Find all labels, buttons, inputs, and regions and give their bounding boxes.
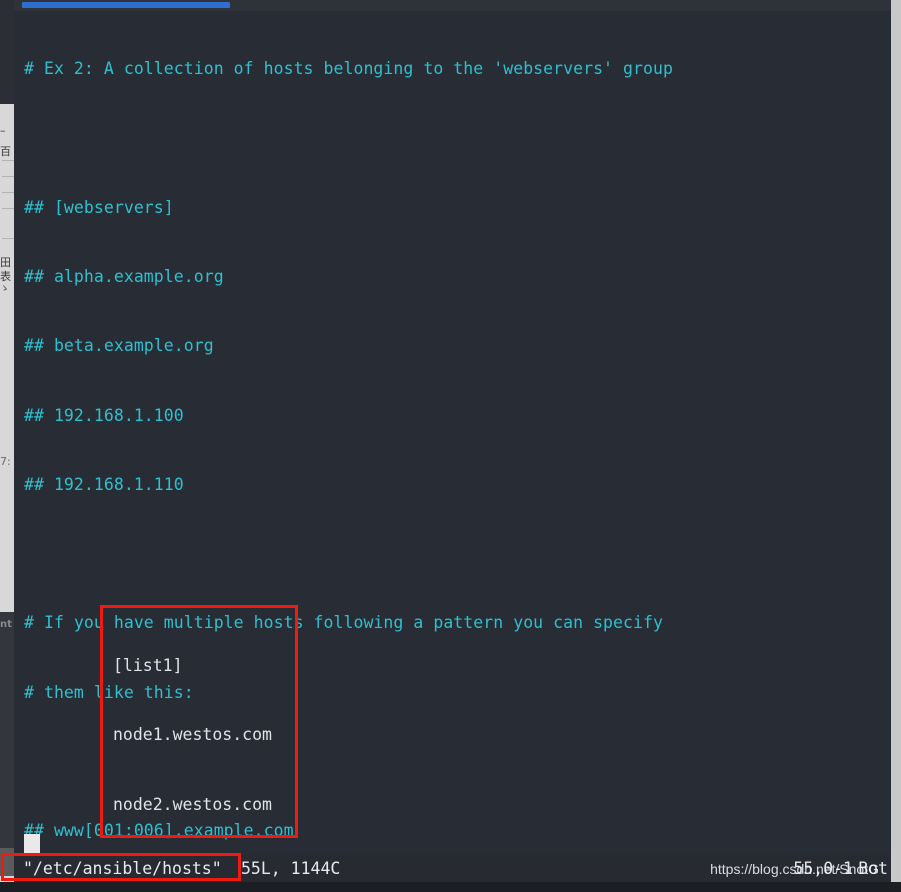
status-ruler: 55,0-1: [793, 859, 853, 878]
code-line: ## beta.example.org: [24, 336, 214, 356]
code-line: ## 192.168.1.110: [24, 474, 184, 494]
desktop-bottom-strip: [0, 882, 901, 892]
inventory-block[interactable]: [list1] node1.westos.com node2.westos.co…: [113, 608, 272, 892]
vim-terminal-window[interactable]: # Ex 2: A collection of hosts belonging …: [14, 0, 891, 883]
vim-status-bar: "/etc/ansible/hosts" 55L, 1144C 55,0-1 B…: [14, 855, 891, 882]
terminal-top-bar: [14, 0, 891, 11]
screenshot-root: – 百 田 表 ゝ 7: nt # Ex 2: A collection of …: [0, 0, 901, 892]
status-scroll-position: Bot: [858, 859, 888, 878]
status-filename: "/etc/ansible/hosts": [23, 859, 222, 878]
inventory-line: node2.westos.com: [113, 794, 272, 814]
text-cursor: [24, 834, 40, 855]
background-window-right[interactable]: [891, 0, 901, 892]
code-line: # Ex 2: A collection of hosts belonging …: [24, 59, 673, 79]
code-line: ## alpha.example.org: [24, 267, 224, 287]
inventory-line: [list1]: [113, 656, 183, 676]
status-file-meta: 55L, 1144C: [241, 859, 341, 878]
progress-bar: [22, 2, 230, 8]
inventory-line: node1.westos.com: [113, 725, 272, 745]
code-line: ## 192.168.1.100: [24, 405, 184, 425]
code-line: ## [webservers]: [24, 197, 174, 217]
